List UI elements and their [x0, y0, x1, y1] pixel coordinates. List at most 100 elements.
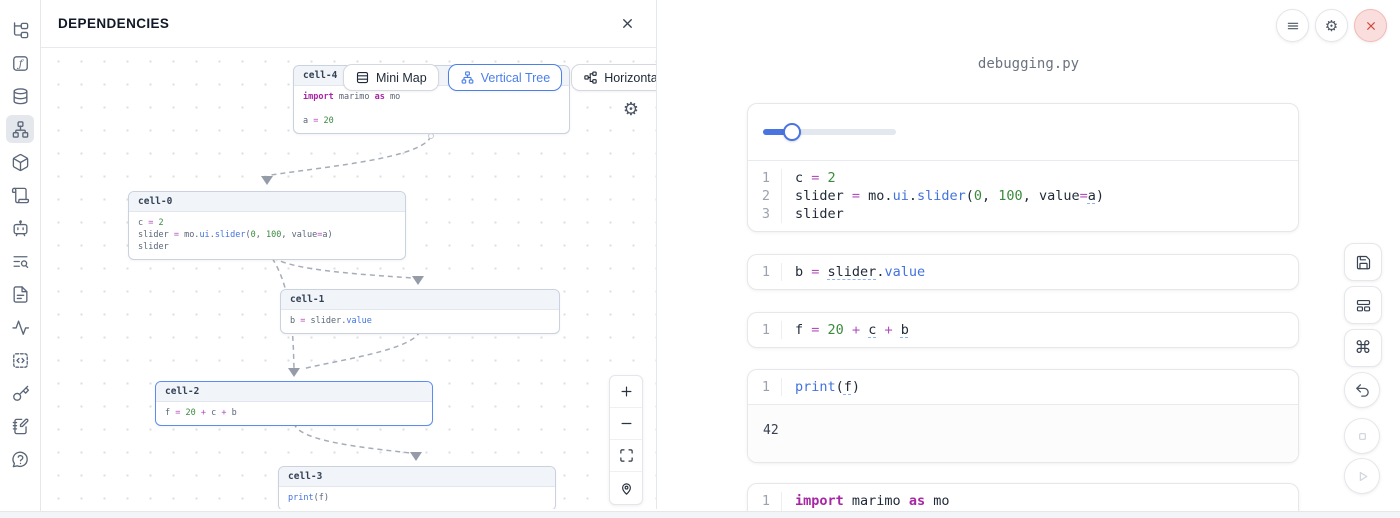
line-number: 2 [748, 187, 782, 205]
graph-node-code: c = 2slider = mo.ui.slider(0, 100, value… [129, 212, 405, 259]
horizontal-tree-icon [583, 70, 598, 85]
code-text: import marimo as mo [782, 492, 949, 510]
app: ƒ DEPENDENCIES [0, 0, 1400, 518]
graph-node-cell-0[interactable]: cell-0c = 2slider = mo.ui.slider(0, 100,… [128, 191, 406, 260]
minus-icon [619, 416, 634, 431]
graph-node-title: cell-3 [279, 467, 555, 487]
code-token: 100 [998, 188, 1022, 204]
run-button[interactable] [1344, 458, 1380, 494]
code-editor[interactable]: 1f = 20 + c + b [748, 313, 1298, 347]
help-icon[interactable] [6, 445, 34, 473]
keyboard-shortcuts-button[interactable]: ⌘ [1344, 329, 1382, 367]
code-token: slider [828, 264, 877, 280]
graph-settings-gear-icon[interactable]: ⚙ [621, 100, 641, 120]
settings-button[interactable]: ⚙ [1315, 9, 1348, 42]
slider-thumb[interactable] [783, 123, 801, 141]
shutdown-button[interactable] [1354, 9, 1387, 42]
code-token: 20 [828, 322, 844, 338]
fit-view-button[interactable] [610, 440, 642, 472]
code-text: c = 2 [782, 169, 836, 187]
svg-text:ƒ: ƒ [16, 57, 24, 69]
bottom-strip [0, 511, 1400, 518]
database-icon[interactable] [6, 82, 34, 110]
undo-button[interactable] [1344, 372, 1380, 408]
plus-icon [619, 384, 634, 399]
dependency-graph-icon[interactable] [6, 115, 34, 143]
close-x-icon [1363, 18, 1379, 34]
document-icon[interactable] [6, 280, 34, 308]
minimap-label: Mini Map [376, 71, 427, 85]
scratchpad-icon[interactable] [6, 412, 34, 440]
code-token: + [852, 322, 860, 338]
code-token: a [303, 116, 313, 126]
code-token: c [138, 218, 148, 228]
code-line: 1f = 20 + c + b [748, 321, 1298, 339]
code-token: a [1088, 188, 1096, 204]
outline-search-icon[interactable] [6, 247, 34, 275]
layout-button[interactable] [1344, 286, 1382, 324]
code-editor[interactable]: 1print(f) [748, 370, 1298, 404]
notebook-filename: debugging.py [657, 56, 1400, 72]
zoom-out-button[interactable] [610, 408, 642, 440]
vertical-tree-icon [460, 70, 475, 85]
code-token: ( [836, 379, 844, 395]
code-token: b [226, 408, 236, 418]
close-panel-button[interactable] [615, 12, 639, 36]
code-token: , value [281, 230, 317, 240]
code-editor[interactable]: 1b = slider.value [748, 255, 1298, 289]
code-token: 100 [266, 230, 281, 240]
activity-icon[interactable] [6, 313, 34, 341]
graph-node-cell-2[interactable]: cell-2f = 20 + c + b [155, 381, 433, 426]
ai-chat-icon[interactable] [6, 214, 34, 242]
code-token: ( [966, 188, 974, 204]
code-line: 1import marimo as mo [748, 492, 1298, 510]
package-icon[interactable] [6, 148, 34, 176]
file-tree-icon[interactable] [6, 16, 34, 44]
dependency-graph-canvas[interactable]: cell-4import marimo as mo a = 20cell-0c … [41, 48, 656, 509]
zoom-in-button[interactable] [610, 376, 642, 408]
code-token: as [909, 493, 925, 509]
code-token: c [795, 170, 811, 186]
code-token: f [795, 322, 811, 338]
code-token: slider [795, 206, 844, 222]
snippets-icon[interactable] [6, 346, 34, 374]
code-token: , value [1023, 188, 1080, 204]
vertical-tree-button[interactable]: Vertical Tree [448, 64, 562, 91]
code-token: 20 [324, 116, 334, 126]
menu-button[interactable] [1276, 9, 1309, 42]
code-token [819, 322, 827, 338]
save-button[interactable] [1344, 243, 1382, 281]
code-token: mo. [179, 230, 199, 240]
slider-widget[interactable] [763, 123, 896, 141]
code-text: slider = mo.ui.slider(0, 100, value=a) [782, 187, 1104, 205]
code-token [844, 322, 852, 338]
secrets-key-icon[interactable] [6, 379, 34, 407]
vertical-tree-label: Vertical Tree [481, 71, 550, 85]
code-token: slider [795, 188, 852, 204]
code-token [860, 322, 868, 338]
horizontal-tree-label: Horizontal Tree [604, 71, 656, 85]
code-token: import [795, 493, 844, 509]
locate-pin-button[interactable] [610, 472, 642, 504]
graph-node-title: cell-2 [156, 382, 432, 402]
code-token: , [982, 188, 998, 204]
horizontal-tree-button[interactable]: Horizontal Tree [571, 64, 656, 91]
code-editor[interactable]: 1c = 22slider = mo.ui.slider(0, 100, val… [748, 161, 1298, 231]
code-token: print [288, 493, 314, 503]
graph-node-cell-3[interactable]: cell-3 print(f) [278, 466, 556, 509]
code-token: ) [852, 379, 860, 395]
minimap-button[interactable]: Mini Map [343, 64, 439, 91]
code-line: 3slider [748, 205, 1298, 223]
command-icon: ⌘ [1355, 340, 1372, 357]
scroll-icon[interactable] [6, 181, 34, 209]
code-token: slider. [305, 316, 346, 326]
code-token: (f) [314, 493, 329, 503]
function-icon[interactable]: ƒ [6, 49, 34, 77]
graph-node-cell-1[interactable]: cell-1b = slider.value [280, 289, 560, 334]
hamburger-menu-icon [1285, 18, 1301, 34]
graph-node-code: b = slider.value [281, 310, 559, 333]
code-token: , [256, 230, 266, 240]
graph-node-code: f = 20 + c + b [156, 402, 432, 425]
stop-button[interactable] [1344, 418, 1380, 454]
save-floppy-icon [1355, 254, 1372, 271]
